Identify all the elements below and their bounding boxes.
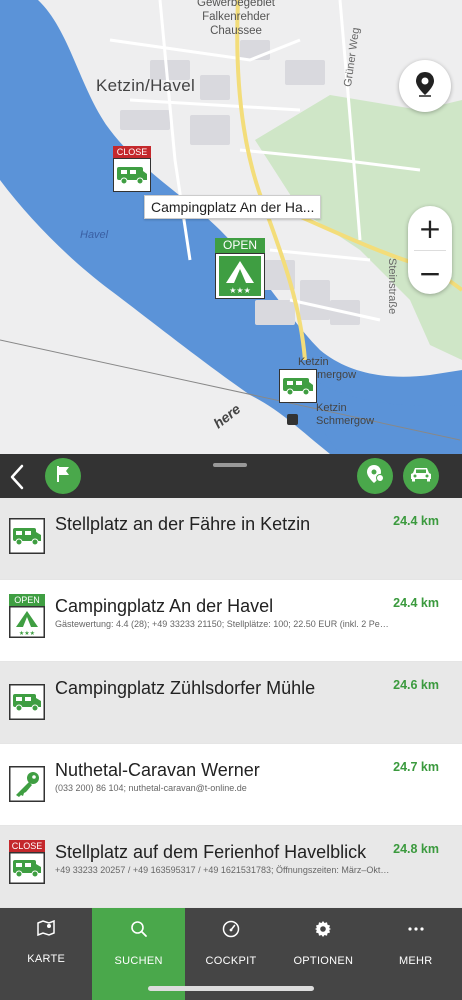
results-list[interactable]: Stellplatz an der Fähre in Ketzin 24.4 k… [0, 498, 462, 908]
map-icon [37, 919, 55, 941]
pin-gear-icon [365, 464, 385, 489]
zoom-control: + − [408, 206, 452, 294]
flag-icon [55, 465, 71, 488]
item-distance: 24.8 km [393, 842, 439, 856]
list-item[interactable]: CLOSE Stellplatz auf dem Ferienhof Havel… [0, 826, 462, 908]
nav-karte[interactable]: KARTE [0, 908, 92, 1000]
motorhome-icon [279, 369, 317, 403]
label-steinstrasse: Steinstraße [386, 258, 398, 315]
car-button[interactable] [403, 458, 439, 494]
my-location-button[interactable] [399, 60, 451, 112]
poi-icon [287, 414, 298, 425]
item-title: Nuthetal-Caravan Werner [55, 760, 260, 780]
nav-label: OPTIONEN [293, 955, 354, 967]
item-distance: 24.7 km [393, 760, 439, 774]
drag-handle[interactable] [213, 463, 247, 467]
item-title: Campingplatz Zühlsdorfer Mühle [55, 678, 316, 698]
more-icon [407, 920, 425, 943]
label-gewerbegebiet: Gewerbegebiet Falkenrehder Chaussee [197, 0, 275, 37]
list-item[interactable]: Nuthetal-Caravan Werner (033 200) 86 104… [0, 744, 462, 826]
item-distance: 24.6 km [393, 678, 439, 692]
map-marker-motorhome[interactable] [279, 369, 317, 403]
gear-icon [314, 920, 332, 943]
flag-button[interactable] [45, 458, 81, 494]
map-view[interactable]: Gewerbegebiet Falkenrehder Chaussee Ketz… [0, 0, 462, 454]
list-item[interactable]: Stellplatz an der Fähre in Ketzin 24.4 k… [0, 498, 462, 580]
item-subtitle: (033 200) 86 104; nuthetal-caravan@t-onl… [55, 783, 247, 793]
list-toolbar [0, 454, 462, 498]
list-item[interactable]: OPEN ★★★ Campingplatz An der Havel Gäste… [0, 580, 462, 662]
back-chevron-icon[interactable] [9, 464, 25, 495]
location-pin-icon [414, 71, 436, 102]
item-subtitle: +49 33233 20257 / +49 163595317 / +49 16… [55, 865, 391, 875]
motorhome-icon [113, 158, 151, 192]
tent-icon: ★★★ [215, 253, 265, 299]
search-icon [130, 920, 148, 943]
nav-label: SUCHEN [114, 955, 163, 967]
label-havel-river: Havel [80, 229, 109, 241]
car-icon [410, 466, 432, 487]
campsite-icon-open: OPEN ★★★ [9, 594, 45, 643]
map-marker-campsite-open[interactable]: OPEN ★★★ [215, 238, 265, 299]
svg-text:★★★: ★★★ [229, 286, 251, 295]
motorhome-icon [9, 518, 45, 559]
close-tag: CLOSE [113, 146, 151, 158]
home-indicator[interactable] [148, 986, 314, 991]
zoom-in-button[interactable]: + [408, 206, 452, 250]
item-distance: 24.4 km [393, 514, 439, 528]
item-distance: 24.4 km [393, 596, 439, 610]
label-ketzin-schmergow-b: Ketzin Schmergow [316, 402, 375, 427]
open-tag: OPEN [215, 238, 265, 253]
item-subtitle: Gästewertung: 4.4 (28); +49 33233 21150;… [55, 619, 391, 629]
open-tag: OPEN [9, 594, 45, 606]
label-ketzin: Ketzin/Havel [96, 76, 196, 95]
item-title: Stellplatz auf dem Ferienhof Havelblick [55, 842, 367, 862]
nav-label: COCKPIT [205, 955, 257, 967]
svg-text:★★★: ★★★ [19, 630, 35, 637]
zoom-out-button[interactable]: − [408, 251, 452, 295]
nav-label: KARTE [27, 953, 66, 965]
nav-mehr[interactable]: MEHR [370, 908, 462, 1000]
gauge-icon [222, 920, 240, 943]
item-title: Stellplatz an der Fähre in Ketzin [55, 514, 311, 534]
map-marker-motorhome-closed[interactable]: CLOSE [113, 146, 151, 192]
app: Gewerbegebiet Falkenrehder Chaussee Ketz… [0, 0, 462, 1000]
map-base [0, 0, 462, 454]
motorhome-icon [9, 684, 45, 725]
map-pin-filter-button[interactable] [357, 458, 393, 494]
item-title: Campingplatz An der Havel [55, 596, 274, 616]
key-service-icon [9, 766, 45, 807]
list-item[interactable]: Campingplatz Zühlsdorfer Mühle 24.6 km [0, 662, 462, 744]
motorhome-icon-closed: CLOSE [9, 840, 45, 889]
marker-tooltip[interactable]: Campingplatz An der Ha... [144, 195, 322, 219]
nav-label: MEHR [398, 955, 433, 967]
close-tag: CLOSE [9, 840, 45, 852]
